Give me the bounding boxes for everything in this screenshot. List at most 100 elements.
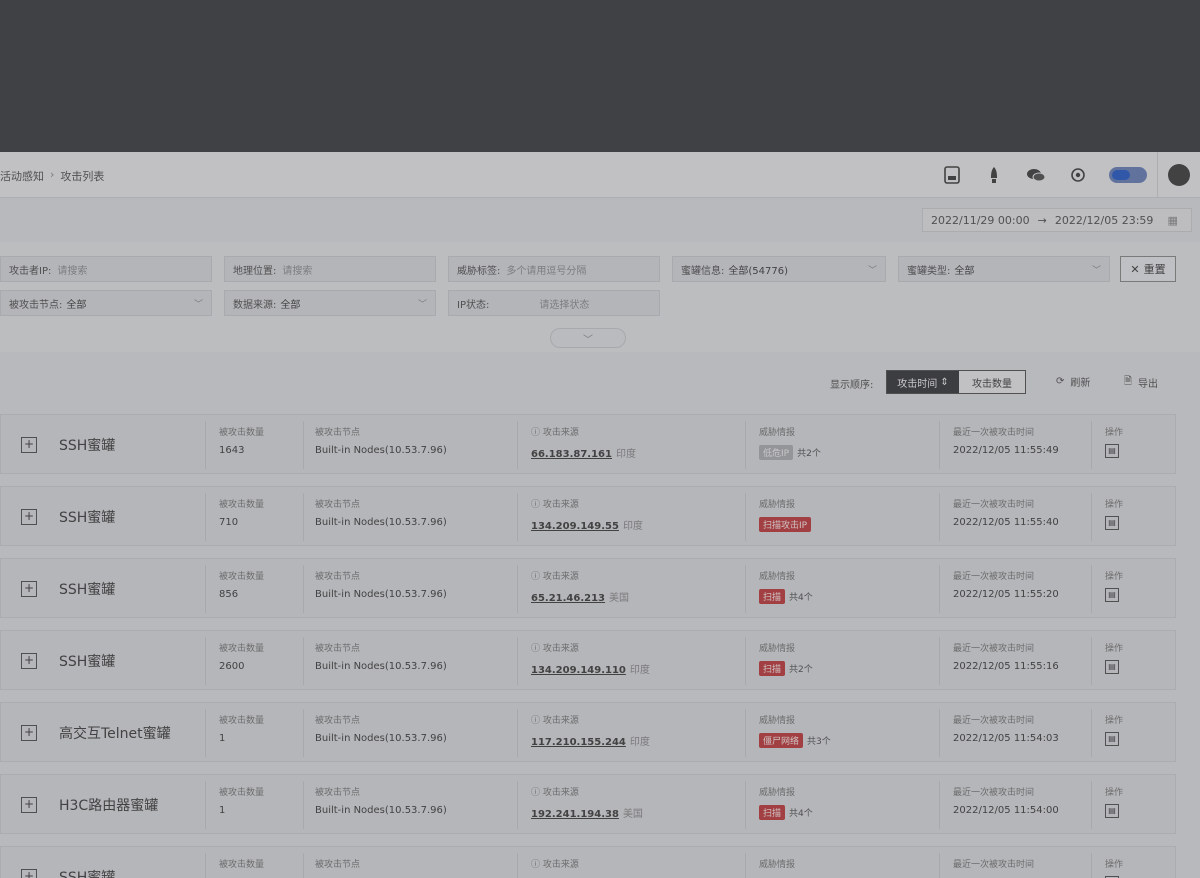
attack-count-cell: 被攻击数量 — [219, 857, 264, 877]
expand-row-icon[interactable]: + — [21, 437, 37, 453]
threat-tag[interactable]: 扫描 — [759, 661, 786, 676]
table-row[interactable]: + 高交互Telnet蜜罐 被攻击数量 1 被攻击节点 Built-in Nod… — [0, 702, 1176, 762]
last-time-cell: 最近一次被攻击时间 2022/12/05 11:55:20 — [953, 569, 1059, 600]
node-cell: 被攻击节点 Built-in Nodes(10.53.7.96) — [315, 713, 447, 744]
detail-icon[interactable]: ▤ — [1105, 804, 1119, 818]
column-label: 攻击来源 — [542, 572, 579, 582]
threat-tag[interactable]: 低危IP — [759, 445, 794, 460]
ip-status-select[interactable]: IP状态: 请选择状态 — [448, 290, 660, 316]
source-ip-link[interactable]: 134.209.149.55 — [531, 521, 619, 532]
threat-tag[interactable]: 扫描 — [759, 589, 786, 604]
table-row[interactable]: + SSH蜜罐 被攻击数量 1643 被攻击节点 Built-in Nodes(… — [0, 414, 1176, 474]
divider — [1091, 565, 1092, 613]
last-attack-time: 2022/12/05 11:54:00 — [953, 805, 1059, 816]
filter-value: 全部 — [66, 299, 87, 311]
expand-row-icon[interactable]: + — [21, 797, 37, 813]
table-row[interactable]: + H3C路由器蜜罐 被攻击数量 1 被攻击节点 Built-in Nodes(… — [0, 774, 1176, 834]
filter-placeholder: 请搜索 — [57, 265, 88, 277]
source-ip-link[interactable]: 65.21.46.213 — [531, 593, 605, 604]
detail-icon[interactable]: ▤ — [1105, 444, 1119, 458]
expand-row-icon[interactable]: + — [21, 725, 37, 741]
attacker-ip-filter[interactable]: 攻击者IP: 请搜索 — [0, 256, 212, 282]
table-row[interactable]: + SSH蜜罐 被攻击数量 2600 被攻击节点 Built-in Nodes(… — [0, 630, 1176, 690]
date-start: 2022/11/29 00:00 — [931, 213, 1030, 227]
source-ip-link[interactable]: 134.209.149.110 — [531, 665, 626, 676]
column-label: 最近一次被攻击时间 — [953, 644, 1035, 654]
gear-icon[interactable] — [1057, 152, 1099, 198]
divider — [745, 637, 746, 685]
expand-row-icon[interactable]: + — [21, 869, 37, 878]
source-cell: ⓘ 攻击来源 134.209.149.110 印度 — [531, 641, 650, 676]
expand-row-icon[interactable]: + — [21, 653, 37, 669]
chevron-down-icon: ﹀ — [583, 334, 593, 346]
table-row[interactable]: + SSH蜜罐 被攻击数量 856 被攻击节点 Built-in Nodes(1… — [0, 558, 1176, 618]
column-label: 威胁情报 — [759, 644, 796, 654]
calendar-icon: ▦ — [1167, 213, 1178, 227]
column-label: 攻击来源 — [542, 788, 579, 798]
divider — [205, 565, 206, 613]
rocket-icon[interactable] — [973, 152, 1015, 198]
sort-by-time-button[interactable]: 攻击时间 ⇕ — [887, 371, 959, 393]
source-location: 美国 — [622, 809, 643, 820]
attack-count: 1 — [219, 805, 226, 816]
breadcrumb-item[interactable]: 活动感知 — [0, 168, 44, 184]
column-label: 最近一次被攻击时间 — [953, 572, 1035, 582]
source-location: 印度 — [615, 449, 636, 460]
expand-row-icon[interactable]: + — [21, 509, 37, 525]
expand-filters-button[interactable]: ﹀ — [550, 328, 626, 348]
table-row[interactable]: + SSH蜜罐 被攻击数量 被攻击节点 ⓘ 攻击来源 威胁情报 最近一次被攻击时… — [0, 846, 1176, 878]
column-label: 被攻击节点 — [315, 500, 361, 510]
divider — [517, 853, 518, 878]
source-ip-link[interactable]: 117.210.155.244 — [531, 737, 626, 748]
attack-count-cell: 被攻击数量 1 — [219, 713, 264, 744]
reset-button[interactable]: ✕ 重置 — [1120, 256, 1176, 282]
source-ip-link[interactable]: 66.183.87.161 — [531, 449, 612, 460]
attacked-node: Built-in Nodes(10.53.7.96) — [315, 589, 447, 600]
honeypot-name: 高交互Telnet蜜罐 — [59, 726, 171, 742]
refresh-button[interactable]: ⟳ 刷新 — [1056, 374, 1090, 389]
column-label: 最近一次被攻击时间 — [953, 500, 1035, 510]
honeypot-info-select[interactable]: 蜜罐信息: 全部(54776) ﹀ — [672, 256, 886, 282]
attacked-node: Built-in Nodes(10.53.7.96) — [315, 517, 447, 528]
threat-tag[interactable]: 僵尸网络 — [759, 733, 804, 748]
geo-location-filter[interactable]: 地理位置: 请搜索 — [224, 256, 436, 282]
divider — [939, 781, 940, 829]
divider — [745, 493, 746, 541]
column-label: 被攻击节点 — [315, 788, 361, 798]
detail-icon[interactable]: ▤ — [1105, 588, 1119, 602]
column-label: 被攻击数量 — [219, 644, 265, 654]
avatar[interactable] — [1168, 164, 1190, 186]
table-row[interactable]: + SSH蜜罐 被攻击数量 710 被攻击节点 Built-in Nodes(1… — [0, 486, 1176, 546]
filter-label: 蜜罐类型: — [907, 265, 951, 277]
divider — [1091, 637, 1092, 685]
threat-tag[interactable]: 扫描攻击IP — [759, 517, 812, 532]
source-location: 美国 — [609, 593, 630, 604]
sort-by-count-button[interactable]: 攻击数量 — [959, 371, 1025, 393]
divider — [303, 421, 304, 469]
theme-toggle[interactable] — [1109, 167, 1147, 183]
attack-count: 1 — [219, 733, 226, 744]
column-label: 被攻击节点 — [315, 644, 361, 654]
divider — [1091, 853, 1092, 878]
divider — [745, 709, 746, 757]
source-ip-link[interactable]: 192.241.194.38 — [531, 809, 619, 820]
date-range-picker[interactable]: 2022/11/29 00:00 → 2022/12/05 23:59 ▦ — [922, 208, 1192, 232]
divider — [1091, 493, 1092, 541]
detail-icon[interactable]: ▤ — [1105, 660, 1119, 674]
data-source-select[interactable]: 数据来源: 全部 ﹀ — [224, 290, 436, 316]
last-attack-time: 2022/12/05 11:55:20 — [953, 589, 1059, 600]
export-button[interactable]: 🗎 导出 — [1124, 374, 1158, 391]
divider — [205, 853, 206, 878]
expand-row-icon[interactable]: + — [21, 581, 37, 597]
detail-icon[interactable]: ▤ — [1105, 732, 1119, 746]
threat-tag-filter[interactable]: 威胁标签: 多个请用逗号分隔 — [448, 256, 660, 282]
threat-tag[interactable]: 扫描 — [759, 805, 786, 820]
chat-icon[interactable] — [1015, 152, 1057, 198]
last-attack-time: 2022/12/05 11:55:40 — [953, 517, 1059, 528]
honeypot-type-select[interactable]: 蜜罐类型: 全部 ﹀ — [898, 256, 1110, 282]
database-icon[interactable] — [931, 152, 973, 198]
detail-icon[interactable]: ▤ — [1105, 516, 1119, 530]
attacked-node-select[interactable]: 被攻击节点: 全部 ﹀ — [0, 290, 212, 316]
attack-count: 1643 — [219, 445, 245, 456]
chevron-down-icon: ﹀ — [417, 300, 427, 310]
